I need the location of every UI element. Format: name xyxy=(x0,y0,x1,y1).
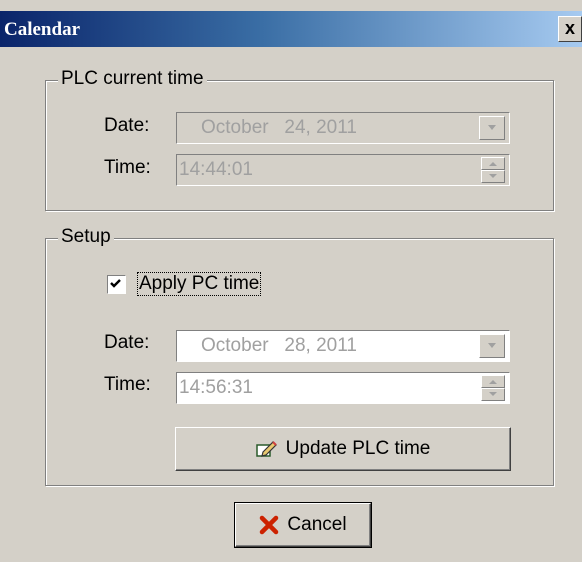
close-icon: x xyxy=(564,18,575,38)
plc-date-dropdown[interactable]: October 24, 2011 xyxy=(176,112,510,144)
spin-down-icon xyxy=(489,174,497,178)
checkmark-icon xyxy=(110,279,121,288)
plc-date-value: October 24, 2011 xyxy=(201,117,357,138)
calendar-dialog: Calendar x PLC current time Date: Octobe… xyxy=(0,0,582,562)
setup-date-dropdown[interactable]: October 28, 2011 xyxy=(176,330,510,362)
spin-up-button[interactable] xyxy=(481,157,505,170)
plc-current-time-group: PLC current time xyxy=(45,68,554,211)
spin-up-icon xyxy=(489,162,497,166)
spin-up-icon xyxy=(489,380,497,384)
update-plc-time-button[interactable]: Update PLC time xyxy=(175,427,511,471)
spin-down-icon xyxy=(489,392,497,396)
plc-date-dropdown-button[interactable] xyxy=(479,116,505,140)
plc-date-label: Date: xyxy=(104,115,150,136)
plc-time-value: 14:44:01 xyxy=(179,159,253,180)
chevron-down-icon xyxy=(488,125,496,130)
plc-current-time-legend: PLC current time xyxy=(58,68,207,90)
apply-pc-time-checkbox[interactable] xyxy=(107,275,126,294)
apply-pc-time-label[interactable]: Apply PC time xyxy=(137,272,262,296)
plc-time-spinner[interactable] xyxy=(481,157,505,183)
update-plc-time-label: Update PLC time xyxy=(285,438,431,459)
spin-down-button[interactable] xyxy=(481,170,505,183)
setup-time-field[interactable]: 14:56:31 xyxy=(176,372,510,404)
setup-time-spinner[interactable] xyxy=(481,375,505,401)
cancel-button[interactable]: Cancel xyxy=(234,502,372,548)
setup-date-label: Date: xyxy=(104,332,150,353)
close-button[interactable]: x xyxy=(558,16,582,42)
plc-time-field[interactable]: 14:44:01 xyxy=(176,154,510,186)
setup-time-label: Time: xyxy=(104,374,151,395)
setup-date-dropdown-button[interactable] xyxy=(479,334,505,358)
red-x-icon xyxy=(260,515,279,535)
setup-legend: Setup xyxy=(58,226,114,248)
pencil-edit-icon xyxy=(255,441,277,457)
title-bar[interactable]: Calendar x xyxy=(0,11,582,47)
setup-time-value: 14:56:31 xyxy=(179,377,253,398)
spin-up-button[interactable] xyxy=(481,375,505,388)
cancel-label: Cancel xyxy=(287,514,347,535)
plc-time-label: Time: xyxy=(104,157,151,178)
chevron-down-icon xyxy=(488,343,496,348)
spin-down-button[interactable] xyxy=(481,388,505,401)
window-title: Calendar xyxy=(4,19,80,40)
setup-date-value: October 28, 2011 xyxy=(201,335,357,356)
